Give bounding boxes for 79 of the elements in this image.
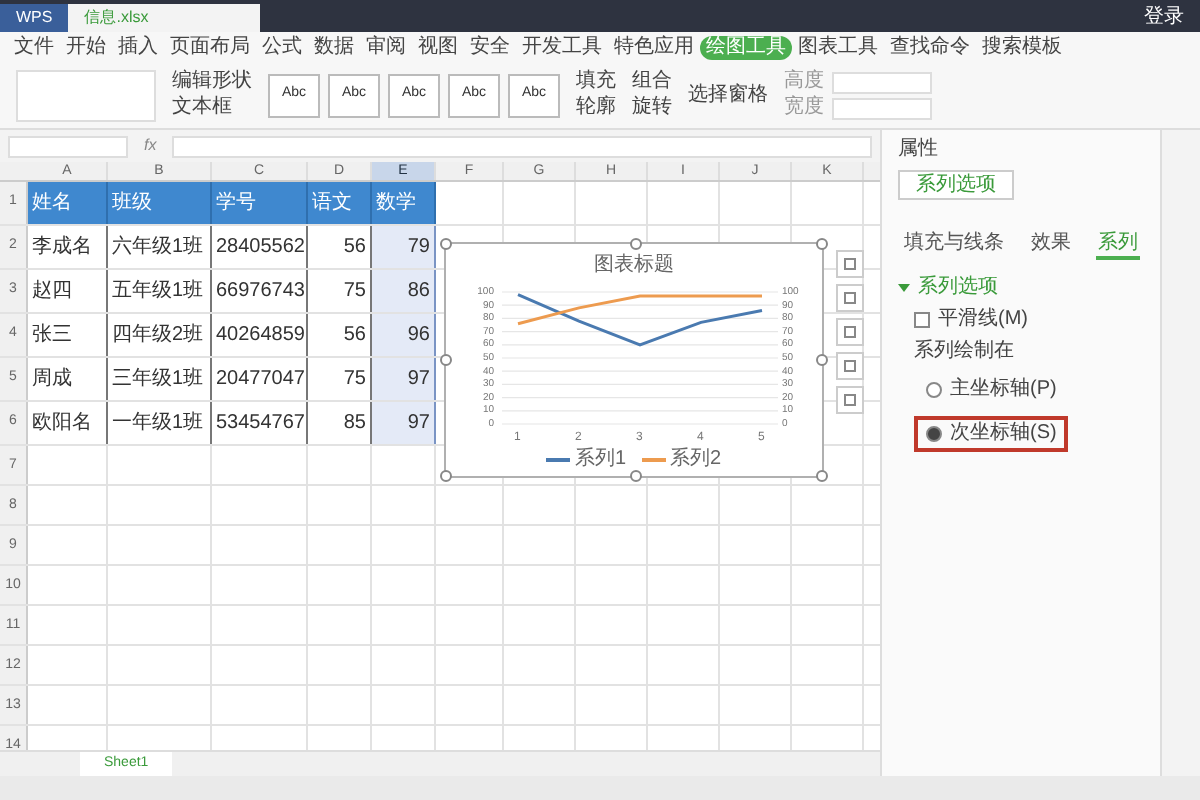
table-cell: 40264859 xyxy=(212,314,308,356)
width-input[interactable] xyxy=(832,97,932,119)
table-cell: 一年级1班 xyxy=(108,402,212,444)
selection-pane-button[interactable]: 选择窗格 xyxy=(688,83,768,107)
resize-handle[interactable] xyxy=(816,354,828,366)
table-cell: 28405562 xyxy=(212,226,308,268)
table-cell: 97 xyxy=(372,358,436,400)
legend-label: 系列1 xyxy=(574,448,626,472)
header-cell: 姓名 xyxy=(28,182,108,224)
table-cell: 53454767 xyxy=(212,402,308,444)
resize-handle[interactable] xyxy=(440,470,452,482)
menu-tab[interactable]: 审阅 xyxy=(360,35,412,59)
table-cell: 六年级1班 xyxy=(108,226,212,268)
header-cell: 学号 xyxy=(212,182,308,224)
table-cell: 79 xyxy=(372,226,436,268)
header-cell: 班级 xyxy=(108,182,212,224)
chart-title: 图表标题 xyxy=(592,251,676,280)
table-cell: 欧阳名 xyxy=(28,402,108,444)
menu-tab[interactable]: 图表工具 xyxy=(792,35,884,59)
menu-tab[interactable]: 文件 xyxy=(8,35,60,59)
menu-tab[interactable]: 查找命令 xyxy=(884,35,976,59)
options-dropdown[interactable]: 系列选项 xyxy=(898,170,1014,200)
menu-tab[interactable]: 公式 xyxy=(256,35,308,59)
login-button[interactable]: 登录 xyxy=(1144,6,1184,30)
table-cell: 96 xyxy=(372,314,436,356)
width-label: 宽度 xyxy=(784,96,824,120)
panel-tab[interactable]: 系列 xyxy=(1096,208,1141,260)
formula-label: fx xyxy=(144,134,157,158)
edit-shape-button[interactable]: 编辑形状 xyxy=(172,70,252,94)
table-cell: 张三 xyxy=(28,314,108,356)
radio-option[interactable]: 次坐标轴(S) xyxy=(914,416,1069,452)
text-box-button[interactable]: 文本框 xyxy=(172,96,252,120)
section-header[interactable]: 系列选项 xyxy=(918,276,998,300)
resize-handle[interactable] xyxy=(630,470,642,482)
resize-handle[interactable] xyxy=(816,238,828,250)
menu-tab[interactable]: 特色应用 xyxy=(608,35,700,59)
table-cell: 97 xyxy=(372,402,436,444)
menu-tab[interactable]: 搜索模板 xyxy=(976,35,1068,59)
menu-tab[interactable]: 数据 xyxy=(308,35,360,59)
radio-button[interactable] xyxy=(926,426,942,442)
legend-label: 系列2 xyxy=(670,448,722,472)
menu-tab[interactable]: 页面布局 xyxy=(164,35,256,59)
checkbox[interactable] xyxy=(914,312,930,328)
header-cell: 语文 xyxy=(308,182,372,224)
group-button[interactable]: 组合 xyxy=(632,70,672,94)
app-tab[interactable]: WPS xyxy=(0,4,69,32)
menu-tab[interactable]: 安全 xyxy=(464,35,516,59)
header-cell: 数学 xyxy=(372,182,436,224)
resize-handle[interactable] xyxy=(630,238,642,250)
menu-tab[interactable]: 视图 xyxy=(412,35,464,59)
table-cell: 66976743 xyxy=(212,270,308,312)
table-cell: 赵四 xyxy=(28,270,108,312)
panel-tab[interactable]: 填充与线条 xyxy=(901,208,1006,260)
fill-button[interactable]: 填充 xyxy=(576,70,616,94)
table-cell: 20477047 xyxy=(212,358,308,400)
table-cell: 三年级1班 xyxy=(108,358,212,400)
rotate-button[interactable]: 旋转 xyxy=(632,96,672,120)
outline-button[interactable]: 轮廓 xyxy=(576,96,616,120)
table-cell: 四年级2班 xyxy=(108,314,212,356)
resize-handle[interactable] xyxy=(816,470,828,482)
expand-triangle-icon[interactable] xyxy=(898,282,910,294)
radio-button[interactable] xyxy=(926,382,942,398)
group-label: 系列绘制在 xyxy=(912,340,1016,364)
table-cell: 李成名 xyxy=(28,226,108,268)
height-input[interactable] xyxy=(832,71,932,93)
menu-tab[interactable]: 开发工具 xyxy=(516,35,608,59)
radio-option[interactable]: 主坐标轴(P) xyxy=(914,372,1069,408)
panel-title: 属性 xyxy=(898,138,940,162)
panel-tab[interactable]: 效果 xyxy=(1028,208,1073,260)
resize-handle[interactable] xyxy=(440,354,452,366)
table-cell: 五年级1班 xyxy=(108,270,212,312)
table-cell: 86 xyxy=(372,270,436,312)
menu-tab[interactable]: 开始 xyxy=(60,35,112,59)
menu-tab[interactable]: 插入 xyxy=(112,35,164,59)
resize-handle[interactable] xyxy=(440,238,452,250)
height-label: 高度 xyxy=(784,70,824,94)
checkbox-label: 平滑线(M) xyxy=(938,308,1028,332)
table-cell: 周成 xyxy=(28,358,108,400)
formula-input[interactable] xyxy=(172,135,872,157)
